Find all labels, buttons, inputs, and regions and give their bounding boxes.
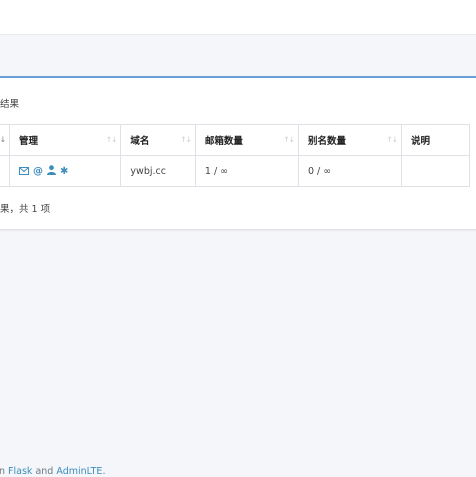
column-header-alias-count[interactable]: 别名数量 ↑↓	[297, 124, 403, 156]
table-header-row: ↑↓ 管理 ↑↓ 域名 ↑↓ 邮箱数量 ↑↓ 别名数量 ↑↓	[0, 124, 470, 156]
result-title: 结果	[0, 99, 20, 110]
footer-prefix: n	[0, 466, 6, 477]
cell-domain[interactable]: ywbj.cc	[120, 155, 196, 187]
asterisk-icon[interactable]: ✱	[60, 166, 68, 177]
table-row: @ ✱ ywbj.cc 1 / ∞ 0 / ∞	[0, 155, 470, 187]
mail-icon[interactable]	[18, 166, 29, 177]
table-summary: 果，共 1 项	[0, 204, 51, 215]
cell-index	[0, 155, 10, 187]
column-header-label: 管理	[18, 136, 38, 147]
domain-table: ↑↓ 管理 ↑↓ 域名 ↑↓ 邮箱数量 ↑↓ 别名数量 ↑↓	[0, 124, 470, 187]
column-header-label: 域名	[130, 136, 150, 147]
cell-alias-count: 0 / ∞	[297, 155, 403, 187]
column-header-mailbox-count[interactable]: 邮箱数量 ↑↓	[194, 124, 299, 156]
cell-manage-actions: @ ✱	[8, 155, 122, 187]
sort-icon[interactable]: ↑↓	[106, 135, 118, 144]
user-icon[interactable]	[46, 165, 56, 177]
domain-list-card: 结果 ↑↓ 管理 ↑↓ 域名 ↑↓	[0, 76, 476, 229]
at-icon[interactable]: @	[33, 166, 43, 177]
footer: n Flask and AdminLTE.	[0, 466, 105, 477]
sort-icon[interactable]: ↑↓	[0, 135, 6, 144]
cell-mailbox-count: 1 / ∞	[194, 155, 299, 187]
flask-link[interactable]: Flask	[8, 466, 32, 477]
column-header-index[interactable]: ↑↓	[0, 124, 10, 156]
column-header-domain[interactable]: 域名 ↑↓	[120, 124, 196, 156]
column-header-manage[interactable]: 管理 ↑↓	[8, 124, 122, 156]
column-header-label: 别名数量	[307, 136, 346, 147]
footer-suffix: .	[102, 466, 106, 477]
adminlte-link[interactable]: AdminLTE	[56, 466, 102, 477]
column-header-description[interactable]: 说明	[401, 124, 470, 156]
footer-and: and	[32, 466, 57, 477]
top-navbar	[0, 0, 476, 35]
sort-icon[interactable]: ↑↓	[283, 135, 295, 144]
sort-icon[interactable]: ↑↓	[180, 135, 192, 144]
sort-icon[interactable]: ↑↓	[386, 135, 398, 144]
column-header-label: 邮箱数量	[204, 136, 243, 147]
cell-description	[401, 155, 470, 187]
column-header-label: 说明	[411, 136, 431, 147]
